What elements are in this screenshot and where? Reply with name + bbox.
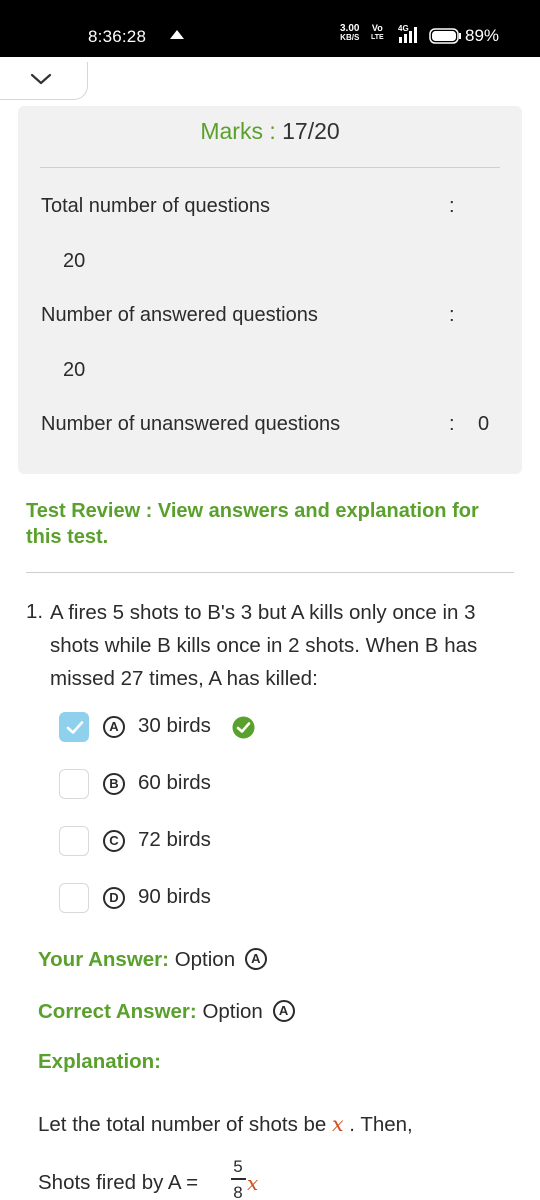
explanation-line-1-var: x [332, 1112, 344, 1136]
marks-value: 17/20 [282, 118, 340, 144]
option-d-letter: D [103, 887, 125, 909]
correct-check-icon [232, 716, 255, 739]
option-a-checkbox[interactable] [59, 712, 89, 742]
marks-label: Marks : [200, 118, 276, 144]
option-b-text: 60 birds [138, 771, 211, 794]
answered-questions-label: Number of answered questions [41, 304, 318, 326]
volte-bottom: LTE [371, 34, 384, 41]
fraction-denominator: 8 [233, 1183, 243, 1200]
test-review-heading: Test Review : View answers and explanati… [26, 500, 479, 548]
option-a-letter: A [103, 716, 125, 738]
option-d-checkbox[interactable] [59, 883, 89, 913]
signal-icon: 4G [398, 24, 418, 44]
correct-answer-label: Correct Answer: [38, 1000, 197, 1023]
option-c-text: 72 birds [138, 828, 211, 851]
option-c-checkbox[interactable] [59, 826, 89, 856]
correct-answer-text: Option [202, 1000, 263, 1023]
section-divider [26, 572, 514, 573]
unanswered-questions-value: 0 [478, 413, 490, 435]
volte-top: Vo [371, 23, 383, 33]
total-questions-value: 20 [63, 250, 86, 272]
option-b-checkbox[interactable] [59, 769, 89, 799]
volte-indicator: Vo LTE [371, 24, 384, 42]
explanation-line-1-prefix: Let the total number of shots be [38, 1113, 327, 1136]
explanation-line-1: Let the total number of shots be x . The… [38, 1112, 413, 1137]
answered-questions-colon: : [449, 304, 455, 326]
check-icon [66, 721, 84, 734]
status-time: 8:36:28 [88, 27, 147, 46]
unanswered-questions-label: Number of unanswered questions [41, 413, 341, 435]
explanation-label: Explanation: [38, 1050, 162, 1073]
marks-score: Marks : 17/20 [0, 118, 540, 145]
question-number: 1. [26, 600, 44, 623]
summary-divider [40, 167, 500, 168]
explanation-line-2-prefix: Shots fired by A = [38, 1171, 199, 1194]
explanation-line-1-suffix: . Then, [349, 1113, 413, 1136]
explanation-line-2-var: x [247, 1171, 259, 1195]
network-speed-unit: KB/S [340, 33, 360, 42]
option-c[interactable]: C 72 birds [59, 826, 359, 858]
option-a-text: 30 birds [138, 714, 211, 737]
option-c-letter: C [103, 830, 125, 852]
option-d[interactable]: D 90 birds [59, 883, 359, 915]
chevron-down-icon [30, 73, 52, 85]
cloud-icon [170, 30, 184, 39]
option-b-letter: B [103, 773, 125, 795]
correct-answer-letter: A [272, 999, 295, 1022]
network-speed: 3.00 KB/S [340, 23, 360, 43]
your-answer: Your Answer: Option A [38, 947, 267, 972]
fraction-numerator: 5 [233, 1157, 243, 1176]
your-answer-letter: A [244, 947, 267, 970]
option-a[interactable]: A 30 birds [59, 712, 359, 744]
network-speed-value: 3.00 [340, 23, 360, 34]
option-d-text: 90 birds [138, 885, 211, 908]
explanation-line-2: Shots fired by A = [38, 1171, 198, 1195]
your-answer-text: Option [174, 948, 236, 971]
total-questions-colon: : [449, 195, 455, 217]
total-questions-label: Total number of questions [41, 195, 271, 217]
battery-icon [429, 28, 461, 44]
question-text-body: A fires 5 shots to B's 3 but A kills onl… [50, 601, 478, 690]
fraction-bar [231, 1178, 246, 1180]
option-b[interactable]: B 60 birds [59, 769, 359, 801]
unanswered-questions-colon: : [449, 413, 455, 435]
question-text: A fires 5 shots to B's 3 but A kills onl… [50, 596, 520, 695]
status-bar: 8:36:28 3.00 KB/S Vo LTE 4G 89% [0, 0, 540, 57]
your-answer-label: Your Answer: [38, 948, 169, 971]
battery-percent: 89% [465, 26, 500, 45]
correct-answer: Correct Answer: Option A [38, 999, 295, 1024]
answered-questions-value: 20 [63, 359, 86, 381]
collapse-toggle[interactable] [0, 62, 88, 100]
